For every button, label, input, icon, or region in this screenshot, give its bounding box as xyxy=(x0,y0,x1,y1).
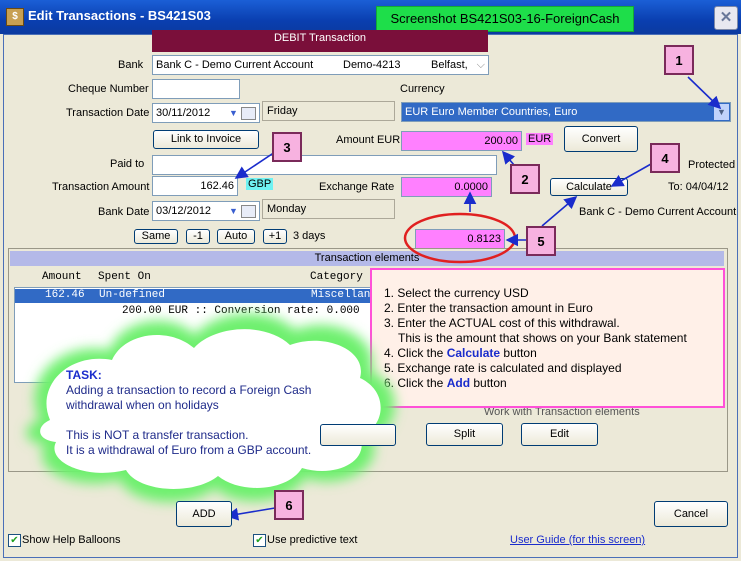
task-title: TASK: xyxy=(66,368,102,382)
arrow-1 xyxy=(687,76,722,110)
cancel-button[interactable]: Cancel xyxy=(654,501,728,527)
add-button[interactable]: ADD xyxy=(176,501,232,527)
show-help-label: Show Help Balloons xyxy=(22,534,121,546)
annotation-overlay xyxy=(26,76,722,521)
arrow-4 xyxy=(610,163,652,187)
task-line: Adding a transaction to record a Foreign… xyxy=(66,383,312,397)
callout-3: 3 xyxy=(272,132,302,162)
highlight-ellipse xyxy=(403,212,517,264)
arrow-6 xyxy=(225,507,276,521)
user-guide-link[interactable]: User Guide (for this screen) xyxy=(510,534,645,546)
callout-4: 4 xyxy=(650,143,680,173)
task-line: It is a withdrawal of Euro from a GBP ac… xyxy=(66,443,312,457)
task-line: This is NOT a transfer transaction. xyxy=(66,428,249,442)
predictive-text-checkbox[interactable]: ✔ xyxy=(253,534,266,547)
arrow-3 xyxy=(234,151,276,179)
task-description: TASK: Adding a transaction to record a F… xyxy=(66,368,346,458)
callout-5: 5 xyxy=(526,226,556,256)
callout-2: 2 xyxy=(510,164,540,194)
show-help-checkbox[interactable]: ✔ xyxy=(8,534,21,547)
predictive-text-label: Use predictive text xyxy=(267,534,358,546)
task-line: withdrawal when on holidays xyxy=(66,398,219,412)
callout-1: 1 xyxy=(664,45,694,75)
arrow-5b xyxy=(541,195,578,227)
callout-6: 6 xyxy=(274,490,304,520)
